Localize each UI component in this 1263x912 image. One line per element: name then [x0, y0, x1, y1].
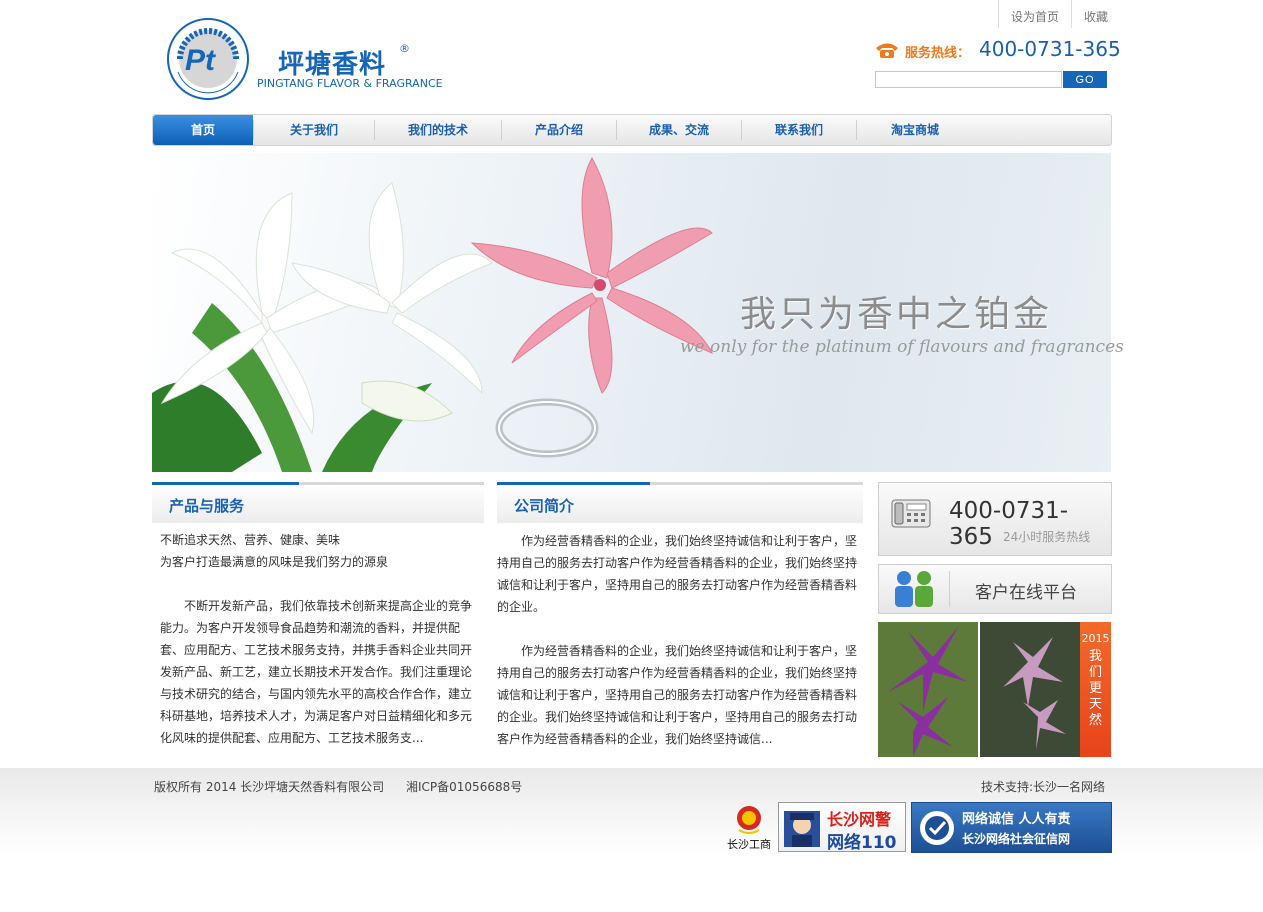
logo-text: Pt [185, 44, 217, 77]
hotline-box-sub: 24小时服务热线 [1003, 530, 1091, 544]
about-paragraph-2: 作为经营香精香料的企业，我们始终坚持诚信和让利于客户，坚持用自己的服务去打动客户… [497, 644, 858, 746]
nav-taobao[interactable]: 淘宝商城 [857, 115, 973, 145]
footer-tech-support[interactable]: 技术支持:长沙一名网络 [981, 778, 1105, 795]
nav-products[interactable]: 产品介绍 [502, 115, 616, 145]
footer-copyright: 版权所有 2014 长沙坪塘天然香料有限公司 [154, 780, 385, 794]
gongshang-label: 长沙工商 [727, 838, 771, 851]
brand-english: PINGTANG FLAVOR & FRAGRANCE [257, 77, 443, 90]
gongshang-badge[interactable]: 长沙工商 [724, 804, 774, 852]
top-links: 设为首页 收藏 [998, 0, 1120, 28]
police-badge-line2: 网络110 [827, 833, 897, 853]
hotline-number: 400-0731-365 [979, 37, 1121, 61]
about-paragraph-1: 作为经营香精香料的企业，我们始终坚持诚信和让利于客户，坚持用自己的服务去打动客户… [497, 534, 858, 614]
nav-contact[interactable]: 联系我们 [742, 115, 856, 145]
promo-char: 们 [1088, 665, 1102, 680]
nav-home[interactable]: 首页 [153, 115, 253, 145]
banner-slogan-cn: 我只为香中之铂金 [740, 294, 1053, 335]
police-badge-line1: 长沙网警 [827, 810, 892, 829]
logo-icon[interactable]: Pt [166, 16, 250, 102]
hotline-label: 服务热线： [905, 46, 971, 61]
police-110-badge[interactable]: 长沙网警 网络110 [778, 802, 906, 853]
set-homepage-link[interactable]: 设为首页 [998, 0, 1071, 28]
telephone-icon [891, 499, 931, 528]
customer-platform-label: 客户在线平台 [975, 583, 1077, 603]
credit-badge-line2: 长沙网络社会征信网 [962, 832, 1071, 846]
about-text: 作为经营香精香料的企业，我们始终坚持诚信和让利于客户，坚持用自己的服务去打动客户… [497, 530, 859, 750]
header-accent-bar [152, 482, 299, 485]
search-go-button[interactable]: GO [1063, 71, 1107, 88]
main-nav: 首页 关于我们 我们的技术 产品介绍 成果、交流 联系我们 淘宝商城 [152, 114, 1112, 146]
products-text: 不断追求天然、营养、健康、美味 为客户打造最满意的风味是我们努力的源泉 不断开发… [160, 529, 476, 749]
header-accent-bar [497, 482, 650, 485]
nav-about[interactable]: 关于我们 [254, 115, 374, 145]
footer-icp[interactable]: 湘ICP备01056688号 [406, 778, 522, 795]
credit-badge-line1: 网络诚信 人人有责 [962, 812, 1071, 827]
about-section-header: 公司简介 [497, 482, 863, 523]
credit-network-badge[interactable]: 网络诚信 人人有责 长沙网络社会征信网 [911, 802, 1112, 853]
nav-technology[interactable]: 我们的技术 [375, 115, 501, 145]
banner-slogan-en: we only for the platinum of flavours and… [680, 337, 1124, 357]
promo-char: 然 [1088, 713, 1102, 728]
favorite-link[interactable]: 收藏 [1071, 0, 1120, 28]
customer-platform-button[interactable]: 客户在线平台 [878, 564, 1112, 614]
products-section-header: 产品与服务 [152, 482, 484, 523]
registered-mark: ® [399, 42, 410, 55]
hotline-box[interactable]: 400-0731-365 24小时服务热线 [878, 482, 1112, 556]
products-title: 产品与服务 [169, 497, 245, 515]
police-icon [784, 811, 820, 847]
shield-icon [920, 811, 954, 845]
promo-year-strip: 2015 我 们 更 天 然 [1080, 622, 1111, 757]
purple-flowers-image [878, 622, 1080, 757]
users-icon [895, 571, 933, 607]
promo-flowers-image[interactable]: 2015 我 们 更 天 然 [878, 622, 1111, 757]
search-input[interactable] [875, 71, 1062, 88]
promo-char: 更 [1088, 681, 1102, 696]
promo-char: 我 [1088, 649, 1102, 664]
platform-divider [949, 571, 950, 607]
brand-name: 坪塘香料 [278, 50, 387, 80]
promo-slogan: 我 们 更 天 然 [1080, 649, 1111, 729]
products-line: 不断追求天然、营养、健康、美味 [160, 533, 341, 547]
promo-year: 2015 [1081, 632, 1110, 645]
phone-icon [876, 43, 898, 58]
about-title: 公司简介 [514, 497, 575, 515]
nav-achievements[interactable]: 成果、交流 [617, 115, 741, 145]
emblem-icon [737, 806, 761, 834]
products-paragraph: 不断开发新产品，我们依靠技术创新来提高企业的竞争能力。为客户开发领导食品趋势和潮… [160, 599, 473, 745]
products-line: 为客户打造最满意的风味是我们努力的源泉 [160, 555, 389, 569]
promo-char: 天 [1088, 697, 1102, 712]
